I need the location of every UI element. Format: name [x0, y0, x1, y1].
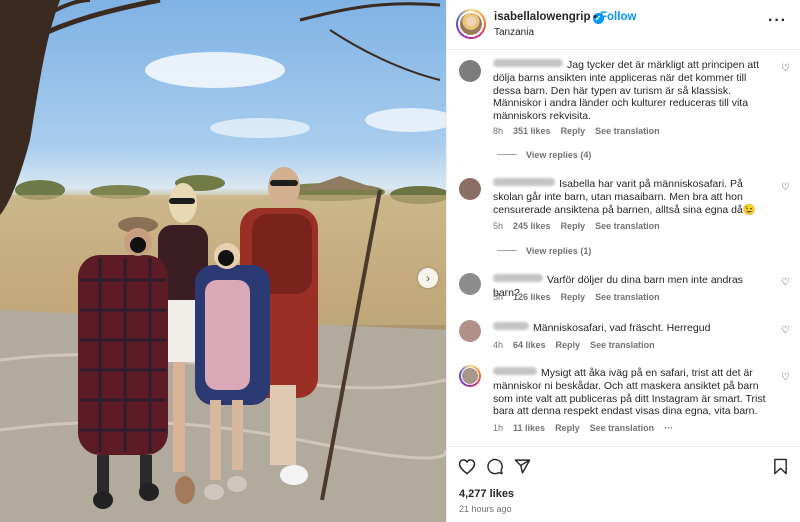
blurred-username[interactable]	[493, 59, 563, 67]
comment-time: 4h	[493, 340, 504, 350]
reply-button[interactable]: Reply	[556, 340, 581, 350]
comment-meta: 5h 245 likes Reply See translation	[493, 221, 670, 231]
more-options-icon[interactable]: ···	[768, 12, 787, 30]
author-username-text: isabellalowengrip	[494, 11, 591, 23]
comment-text: Isabella har varit på människosafari. På…	[493, 178, 771, 216]
comment-meta: 5h 126 likes Reply See translation	[493, 292, 670, 302]
post-location[interactable]: Tanzania	[494, 27, 534, 38]
view-replies-label: View replies (1)	[526, 246, 592, 256]
comment-likes[interactable]: 64 likes	[513, 340, 546, 350]
commenter-avatar[interactable]	[459, 273, 481, 295]
reply-button[interactable]: Reply	[561, 221, 586, 231]
like-comment-heart-icon[interactable]: ♡	[781, 372, 790, 383]
comment-time: 8h	[493, 126, 504, 136]
comment-time: 5h	[493, 292, 504, 302]
comment-likes[interactable]: 351 likes	[513, 126, 551, 136]
blurred-username[interactable]	[493, 178, 555, 186]
post-likes-count[interactable]: 4,277 likes	[459, 488, 514, 500]
post-photo[interactable]: ›	[0, 0, 446, 522]
blurred-username[interactable]	[493, 274, 543, 282]
safari-photo-illustration	[0, 0, 446, 522]
header-separator: •	[593, 11, 597, 23]
author-username[interactable]: isabellalowengrip ✓	[494, 11, 604, 24]
comment-body: Jag tycker det är märkligt att principen…	[493, 59, 759, 123]
divider-line	[497, 154, 517, 155]
share-send-icon[interactable]	[514, 458, 531, 475]
comments-list[interactable]: Jag tycker det är märkligt att principen…	[447, 50, 800, 446]
view-replies-label: View replies (4)	[526, 150, 592, 160]
blurred-username[interactable]	[493, 367, 537, 375]
comment-text: Jag tycker det är märkligt att principen…	[493, 59, 771, 123]
like-comment-heart-icon[interactable]: ♡	[781, 277, 790, 288]
like-heart-icon[interactable]	[458, 458, 476, 475]
like-comment-heart-icon[interactable]: ♡	[781, 325, 790, 336]
commenter-avatar[interactable]	[459, 60, 481, 82]
comment-text: Mysigt att åka iväg på en safari, trist …	[493, 367, 771, 418]
comment-more-icon[interactable]: ···	[664, 423, 673, 433]
post-actions: 4,277 likes 21 hours ago	[447, 446, 800, 522]
comment-time: 5h	[493, 221, 504, 231]
reply-button[interactable]: Reply	[561, 126, 586, 136]
divider-line	[497, 250, 517, 251]
follow-button[interactable]: Follow	[600, 11, 636, 23]
comment-likes[interactable]: 245 likes	[513, 221, 551, 231]
post-view: › isabellalowengrip ✓ • Follow Tanzania ·…	[0, 0, 800, 522]
comment-body: Människosafari, vad fräscht. Herregud	[533, 322, 711, 334]
reply-button[interactable]: Reply	[561, 292, 586, 302]
comment-likes[interactable]: 126 likes	[513, 292, 551, 302]
see-translation-button[interactable]: See translation	[595, 126, 660, 136]
comment-bubble-icon[interactable]	[486, 458, 504, 475]
see-translation-button[interactable]: See translation	[590, 340, 655, 350]
chevron-right-icon: ›	[426, 271, 430, 285]
commenter-avatar[interactable]	[459, 365, 481, 387]
post-timestamp[interactable]: 21 hours ago	[459, 504, 512, 514]
see-translation-button[interactable]: See translation	[590, 423, 655, 433]
post-side-panel: isabellalowengrip ✓ • Follow Tanzania ···…	[446, 0, 800, 522]
next-photo-button[interactable]: ›	[418, 268, 438, 288]
blurred-username[interactable]	[493, 322, 529, 330]
comment-meta: 4h 64 likes Reply See translation	[493, 340, 665, 350]
bookmark-icon[interactable]	[773, 458, 788, 475]
commenter-avatar[interactable]	[459, 320, 481, 342]
comment-time: 1h	[493, 423, 504, 433]
comment-meta: 1h 11 likes Reply See translation ···	[493, 423, 683, 433]
reply-button[interactable]: Reply	[555, 423, 580, 433]
author-avatar[interactable]	[456, 9, 486, 39]
post-header: isabellalowengrip ✓ • Follow Tanzania ···	[447, 0, 800, 50]
comment-meta: 8h 351 likes Reply See translation	[493, 126, 670, 136]
view-replies-button[interactable]: View replies (1)	[497, 246, 591, 256]
like-comment-heart-icon[interactable]: ♡	[781, 182, 790, 193]
see-translation-button[interactable]: See translation	[595, 292, 660, 302]
view-replies-button[interactable]: View replies (4)	[497, 150, 591, 160]
commenter-avatar[interactable]	[459, 178, 481, 200]
like-comment-heart-icon[interactable]: ♡	[781, 63, 790, 74]
comment-likes[interactable]: 11 likes	[513, 423, 545, 433]
see-translation-button[interactable]: See translation	[595, 221, 660, 231]
comment-text: Människosafari, vad fräscht. Herregud	[493, 322, 771, 335]
